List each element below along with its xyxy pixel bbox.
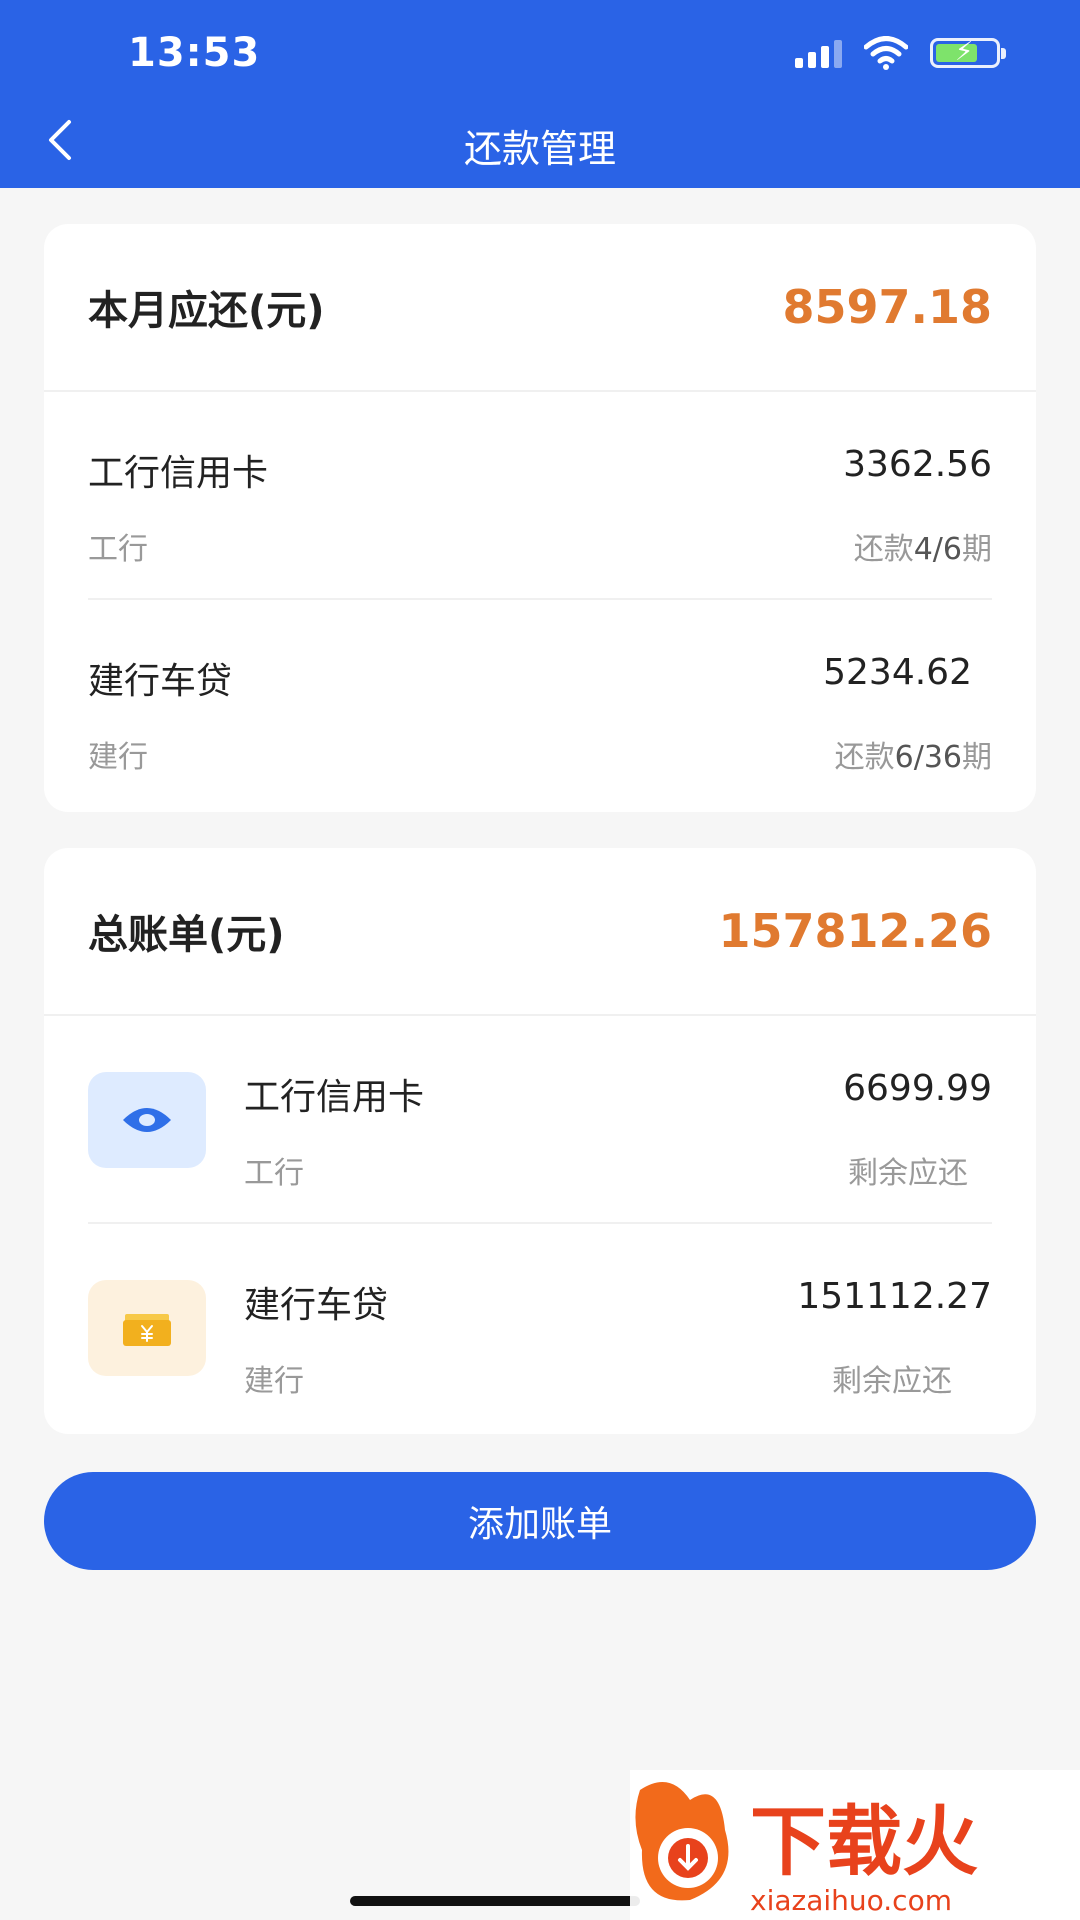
add-bill-button[interactable]: 添加账单 — [44, 1472, 1036, 1570]
progress-suffix: 期 — [962, 532, 992, 567]
progress-value: 6/36 — [894, 740, 962, 775]
monthly-due-total: 8597.18 — [782, 280, 992, 334]
item-bank: 建行 — [88, 740, 148, 775]
total-bill-header: 总账单(元) 157812.26 — [44, 848, 1036, 1016]
wallet-yen-icon — [123, 1314, 171, 1346]
home-indicator — [350, 1896, 640, 1906]
item-remaining-label: 剩余应还 — [832, 1364, 952, 1399]
progress-prefix: 还款 — [834, 740, 895, 775]
item-name: 工行信用卡 — [88, 453, 269, 494]
bill-item-icbc-credit-card[interactable]: 工行信用卡 工行 6699.99 剩余应还 — [88, 1016, 992, 1224]
item-progress: 还款4/6期 — [854, 524, 992, 568]
item-name: 建行车贷 — [244, 1285, 389, 1326]
eye-icon — [123, 1108, 171, 1132]
item-amount: 151112.27 — [797, 1276, 992, 1317]
item-name: 工行信用卡 — [244, 1077, 425, 1118]
total-bill-card: 总账单(元) 157812.26 工行信用卡 工行 6699.99 剩余应还 建… — [44, 848, 1036, 1434]
monthly-item-ccb-car-loan[interactable]: 建行车贷 建行 5234.62 还款6/36期 — [88, 600, 992, 808]
cellular-signal-icon — [795, 38, 842, 68]
bill-logo-tile — [88, 1280, 206, 1376]
progress-prefix: 还款 — [853, 532, 914, 567]
item-amount: 5234.62 — [823, 652, 972, 693]
monthly-due-card: 本月应还(元) 8597.18 工行信用卡 工行 3362.56 还款4/6期 … — [44, 224, 1036, 812]
watermark-brand: 下载火 — [750, 1797, 978, 1886]
item-bank: 工行 — [88, 532, 148, 567]
bill-logo-tile — [88, 1072, 206, 1168]
status-icons: ⚡ — [795, 36, 1006, 70]
item-name: 建行车贷 — [88, 661, 233, 702]
total-bill-total: 157812.26 — [718, 904, 992, 958]
monthly-due-header: 本月应还(元) 8597.18 — [44, 224, 1036, 392]
watermark-domain: xiazaihuo.com — [750, 1884, 952, 1917]
item-bank: 工行 — [244, 1156, 304, 1191]
item-remaining-label: 剩余应还 — [848, 1156, 968, 1191]
battery-icon: ⚡ — [930, 37, 1006, 68]
monthly-due-label: 本月应还(元) — [88, 288, 325, 334]
item-bank: 建行 — [244, 1364, 304, 1399]
monthly-item-icbc-credit-card[interactable]: 工行信用卡 工行 3362.56 还款4/6期 — [88, 392, 992, 600]
progress-value: 4/6 — [913, 532, 962, 567]
total-bill-label: 总账单(元) — [88, 912, 285, 958]
wifi-icon — [864, 36, 908, 70]
page-title: 还款管理 — [463, 127, 616, 171]
progress-suffix: 期 — [962, 740, 992, 775]
item-progress: 还款6/36期 — [835, 732, 992, 776]
item-amount: 3362.56 — [843, 444, 992, 485]
watermark-logo: 下载火 xiazaihuo.com — [630, 1770, 1080, 1920]
bill-item-ccb-car-loan[interactable]: 建行车贷 建行 151112.27 剩余应还 — [88, 1224, 992, 1432]
item-amount: 6699.99 — [843, 1068, 992, 1109]
status-time: 13:53 — [128, 30, 261, 76]
app-header: 13:53 ⚡ 还款管理 — [0, 0, 1080, 188]
